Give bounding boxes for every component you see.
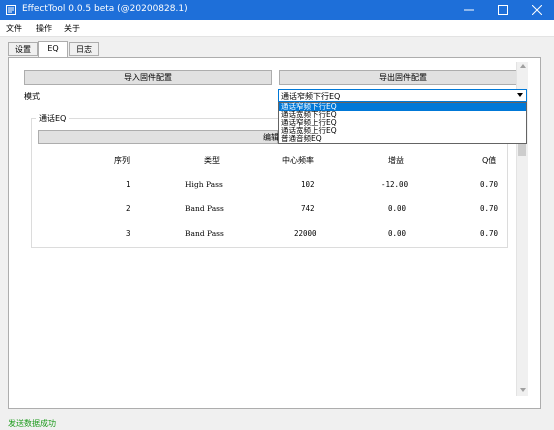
export-firmware-config-button[interactable]: 导出固件配置 <box>279 70 527 85</box>
cell-index: 3 <box>126 229 131 238</box>
cell-center-freq: 102 <box>301 180 315 189</box>
cell-center-freq: 742 <box>301 204 315 213</box>
import-firmware-config-button[interactable]: 导入固件配置 <box>24 70 272 85</box>
mode-option[interactable]: 普通音频EQ <box>279 135 526 143</box>
scroll-down-icon <box>520 388 526 392</box>
app-icon <box>6 5 16 15</box>
col-header-center-freq: 中心频率 <box>282 156 314 165</box>
window-title: EffectTool 0.0.5 beta (@20200828.1) <box>22 4 188 14</box>
cell-q: 0.70 <box>480 204 499 213</box>
chevron-down-icon <box>517 93 523 97</box>
cell-type: Band Pass <box>185 229 224 238</box>
mode-label: 模式 <box>24 92 40 101</box>
app-window: EffectTool 0.0.5 beta (@20200828.1) 文件 操… <box>0 0 554 430</box>
col-header-index: 序列 <box>114 156 130 165</box>
status-text: 发送数据成功 <box>8 419 56 428</box>
cell-index: 2 <box>126 204 131 213</box>
col-header-q: Q值 <box>482 156 497 165</box>
menu-bar: 文件 操作 关于 <box>0 20 554 37</box>
tab-log[interactable]: 日志 <box>69 42 99 56</box>
col-header-type: 类型 <box>204 156 220 165</box>
cell-center-freq: 22000 <box>294 229 317 238</box>
cell-gain: 0.00 <box>388 204 407 213</box>
col-header-gain: 增益 <box>388 156 404 165</box>
eq-group-title: 通话EQ <box>36 113 70 124</box>
cell-gain: -12.00 <box>381 180 409 189</box>
cell-q: 0.70 <box>480 180 499 189</box>
maximize-button[interactable] <box>486 0 520 20</box>
mode-select-value: 通话窄频下行EQ <box>281 92 341 101</box>
mode-select[interactable]: 通话窄频下行EQ <box>278 89 527 102</box>
edit-button-label: 编辑 <box>263 133 279 142</box>
tab-settings[interactable]: 设置 <box>8 42 38 56</box>
minimize-icon <box>464 9 474 11</box>
close-icon <box>532 5 542 15</box>
maximize-icon <box>498 5 508 15</box>
title-bar: EffectTool 0.0.5 beta (@20200828.1) <box>0 0 554 20</box>
minimize-button[interactable] <box>452 0 486 20</box>
mode-dropdown-list: 通话窄频下行EQ 通话宽频下行EQ 通话窄频上行EQ 通话宽频上行EQ 普通音频… <box>278 102 527 144</box>
cell-q: 0.70 <box>480 229 499 238</box>
cell-gain: 0.00 <box>388 229 407 238</box>
edit-button[interactable]: 编辑 <box>38 130 279 144</box>
tab-eq[interactable]: EQ <box>38 41 68 57</box>
cell-type: Band Pass <box>185 204 224 213</box>
cell-index: 1 <box>126 180 131 189</box>
status-bar: 发送数据成功 <box>0 414 554 430</box>
menu-about[interactable]: 关于 <box>64 23 80 34</box>
menu-operate[interactable]: 操作 <box>36 23 52 34</box>
menu-file[interactable]: 文件 <box>6 23 22 34</box>
scroll-up-icon <box>520 64 526 68</box>
cell-type: High Pass <box>185 180 223 189</box>
close-button[interactable] <box>520 0 554 20</box>
